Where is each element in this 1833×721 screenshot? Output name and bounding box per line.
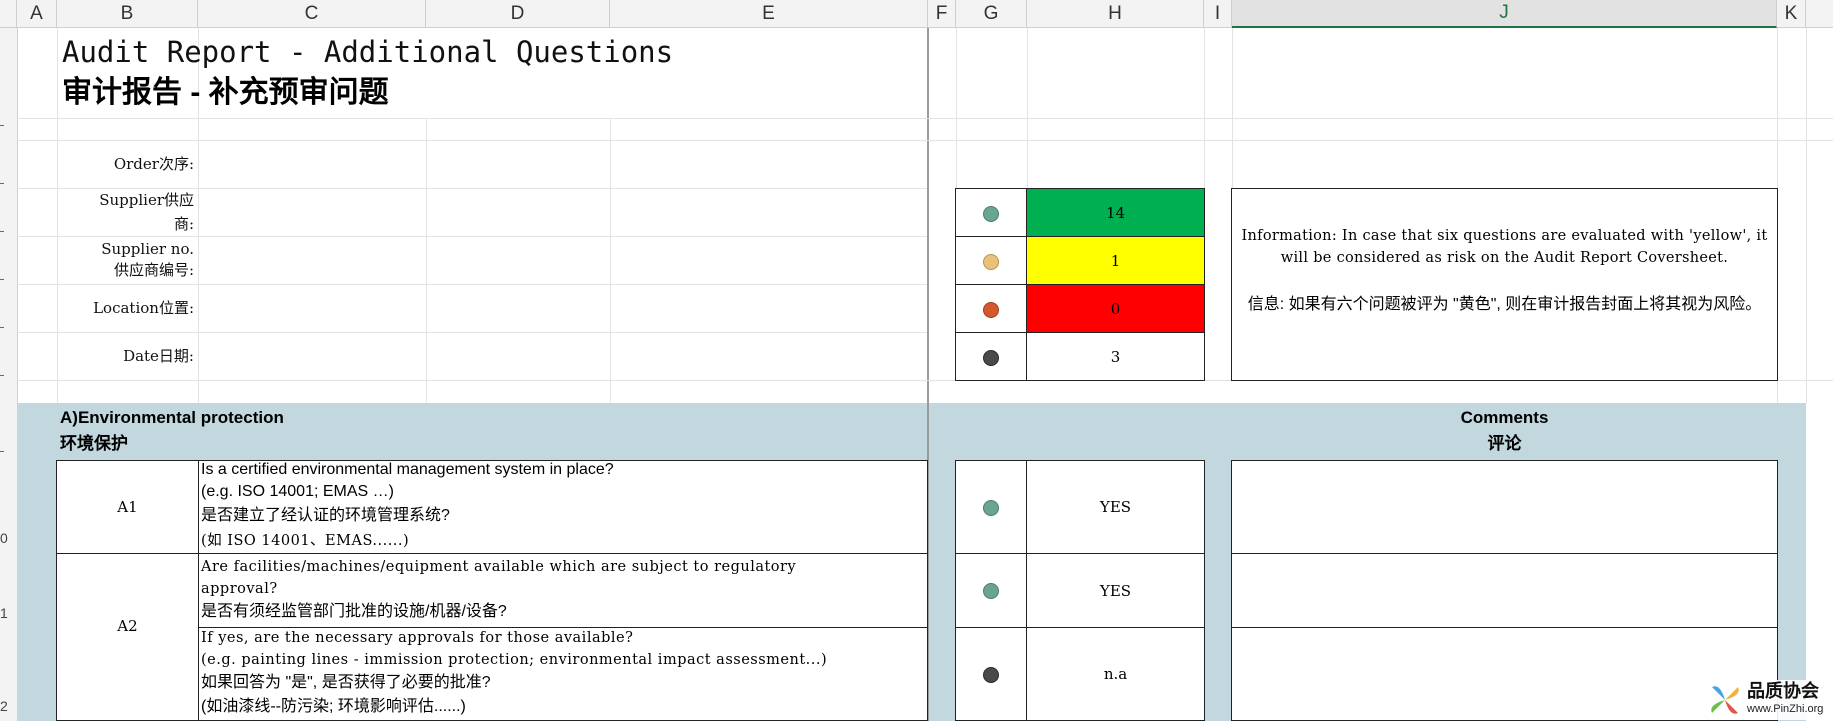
green-status-icon — [983, 583, 999, 599]
gridline — [17, 284, 927, 285]
row-header-marker — [0, 316, 4, 328]
date-label: Date日期: — [123, 347, 194, 365]
question-a2-line3: 是否有须经监管部门批准的设施/机器/设备? — [201, 603, 507, 620]
supplier-no-label-line2: 供应商编号: — [113, 261, 194, 279]
question-id-a2[interactable]: A2 — [56, 553, 199, 721]
row-header-marker — [0, 220, 4, 232]
question-a2-sub-line1: If yes, are the necessary approvals for … — [201, 630, 634, 646]
answer-a2-sub-value[interactable]: n.a — [1026, 627, 1205, 721]
question-a2-sub-line2: (e.g. painting lines - immission protect… — [201, 652, 828, 668]
supplier-label-line1: Supplier供应 — [99, 191, 194, 209]
section-title-en: A)Environmental protection — [60, 408, 284, 427]
question-a2-line1: Are facilities/machines/equipment availa… — [201, 559, 797, 575]
column-header-b[interactable]: B — [57, 0, 198, 28]
question-a2-sub-line4: (如油漆线--防污染; 环境影响评估......) — [201, 698, 466, 715]
gridline — [57, 28, 58, 403]
question-a1-line2: (e.g. ISO 14001; EMAS …) — [201, 483, 394, 500]
corner-cell[interactable] — [0, 0, 17, 28]
comment-a2-sub-cell[interactable] — [1231, 627, 1778, 721]
comments-header-cn: 评论 — [1487, 434, 1522, 453]
green-status-icon — [983, 500, 999, 516]
location-label: Location位置: — [93, 299, 194, 317]
red-count-cell[interactable]: 0 — [1026, 284, 1205, 333]
question-a2-sub-text: If yes, are the necessary approvals for … — [201, 627, 923, 718]
row-number-10[interactable]: 0 — [0, 530, 8, 546]
question-a1-line4: (如 ISO 14001、EMAS......) — [201, 533, 410, 549]
column-header-h[interactable]: H — [1027, 0, 1204, 28]
comments-header-en: Comments — [1460, 408, 1549, 427]
row-header-marker — [0, 125, 4, 137]
title-en: Audit Report - Additional Questions — [62, 35, 674, 69]
question-id-a1[interactable]: A1 — [56, 460, 199, 554]
gridline — [1027, 28, 1028, 188]
yellow-status-icon — [983, 254, 999, 270]
gray-status-icon — [983, 350, 999, 366]
comment-a2-cell[interactable] — [1231, 553, 1778, 628]
gridline — [1806, 28, 1807, 403]
green-count-cell[interactable]: 14 — [1026, 188, 1205, 237]
pinwheel-logo-icon — [1711, 686, 1739, 714]
order-label: Order次序: — [113, 155, 194, 173]
row-header-marker — [0, 364, 4, 376]
gridline — [17, 118, 1833, 119]
gridline — [1204, 28, 1205, 188]
supplier-no-label-line1: Supplier no. — [101, 240, 194, 258]
info-text-cn: 信息: 如果有六个问题被评为 "黄色", 则在审计报告封面上将其视为风险。 — [1247, 296, 1762, 313]
column-header-filler — [1806, 0, 1833, 28]
section-title-cn: 环境保护 — [60, 434, 128, 453]
row-header-marker — [0, 268, 4, 280]
watermark-logo: 品质协会 www.PinZhi.org — [1705, 680, 1829, 720]
watermark-url: www.PinZhi.org — [1747, 703, 1824, 715]
column-header-k[interactable]: K — [1777, 0, 1806, 28]
info-text-en: Information: In case that six questions … — [1241, 228, 1768, 266]
gridline — [610, 118, 611, 403]
question-a2-text: Are facilities/machines/equipment availa… — [201, 556, 923, 623]
gray-status-icon — [983, 667, 999, 683]
comment-a1-cell[interactable] — [1231, 460, 1778, 554]
answer-a1-value[interactable]: YES — [1026, 460, 1205, 554]
yellow-count-cell[interactable]: 1 — [1026, 236, 1205, 285]
row-header-marker — [0, 440, 4, 452]
answer-a2-value[interactable]: YES — [1026, 553, 1205, 628]
row-number-12[interactable]: 2 — [0, 698, 8, 714]
green-status-icon — [983, 206, 999, 222]
gridline — [17, 140, 1833, 141]
question-a1-line1: Is a certified environmental management … — [201, 461, 614, 478]
info-box[interactable] — [1231, 188, 1778, 381]
question-a1-line3: 是否建立了经认证的环境管理系统? — [201, 507, 450, 524]
column-header-c[interactable]: C — [198, 0, 426, 28]
column-header-d[interactable]: D — [426, 0, 610, 28]
question-a2-sub-line3: 如果回答为 "是", 是否获得了必要的批准? — [201, 674, 491, 691]
gridline — [956, 28, 957, 188]
gridline — [1232, 28, 1233, 188]
gridline — [17, 236, 927, 237]
column-header-e[interactable]: E — [610, 0, 928, 28]
title-cn: 审计报告 - 补充预审问题 — [62, 76, 389, 109]
gridline — [426, 118, 427, 403]
column-header-f[interactable]: F — [928, 0, 956, 28]
column-header-a[interactable]: A — [17, 0, 57, 28]
supplier-label-line2: 商: — [173, 215, 194, 233]
na-count-cell[interactable]: 3 — [1026, 332, 1205, 381]
gridline — [17, 332, 927, 333]
question-a1-text: Is a certified environmental management … — [201, 459, 923, 552]
watermark-name: 品质协会 — [1747, 681, 1819, 701]
column-header-j[interactable]: J — [1232, 0, 1777, 28]
column-header-i[interactable]: I — [1204, 0, 1232, 28]
red-status-icon — [983, 302, 999, 318]
row-header-marker — [0, 172, 4, 184]
row-number-11[interactable]: 1 — [0, 605, 8, 621]
column-header-g[interactable]: G — [956, 0, 1027, 28]
question-a2-line2: approval? — [201, 581, 278, 597]
gridline — [17, 188, 927, 189]
